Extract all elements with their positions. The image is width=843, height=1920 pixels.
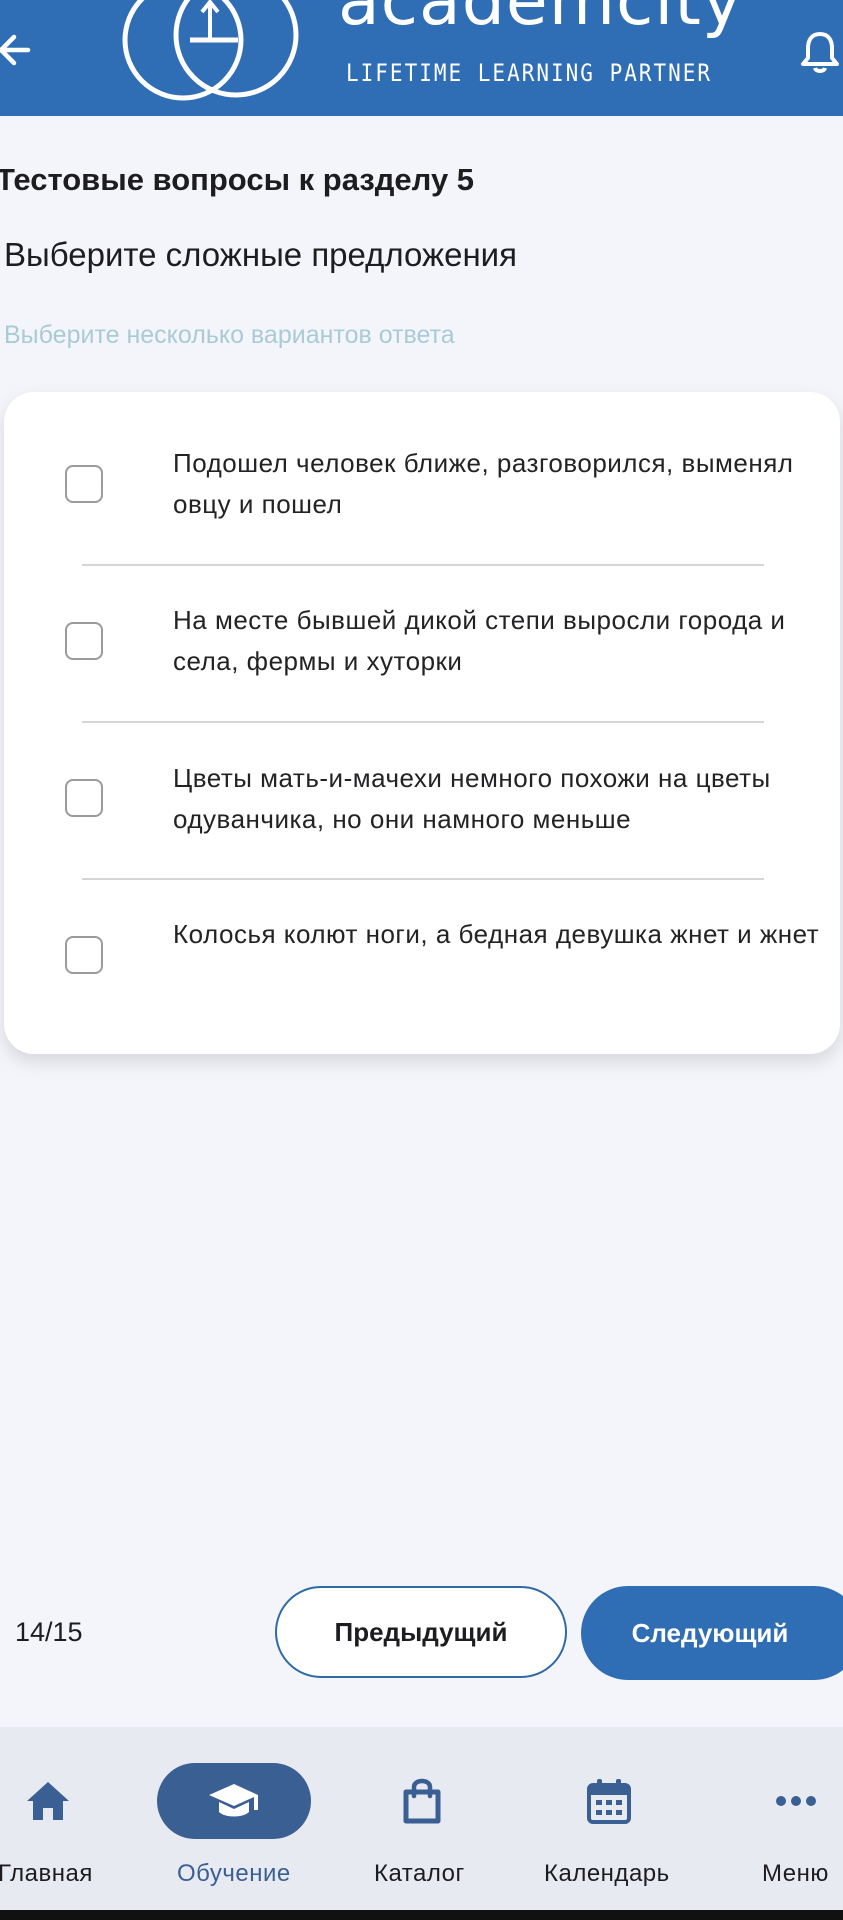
- answer-options-card: Подошел человек ближе, разговорился, вым…: [4, 392, 840, 1054]
- option-checkbox[interactable]: [65, 622, 103, 660]
- nav-item-calendar[interactable]: Календарь: [544, 1727, 674, 1910]
- option-text: Цветы мать-и-мачехи немного похожи на цв…: [173, 763, 771, 834]
- option-checkbox[interactable]: [65, 465, 103, 503]
- system-gesture-bar: [0, 1910, 843, 1920]
- option-text: Колосья колют ноги, а бедная девушка жне…: [173, 919, 820, 949]
- nav-label-home: Главная: [0, 1860, 93, 1887]
- option-checkbox[interactable]: [65, 936, 103, 974]
- graduation-cap-icon: [209, 1784, 258, 1817]
- previous-button-label: Предыдущий: [334, 1616, 508, 1647]
- nav-label-learning: Обучение: [177, 1860, 291, 1887]
- option-text: На месте бывшей дикой степи выросли горо…: [173, 605, 786, 676]
- answer-option[interactable]: На месте бывшей дикой степи выросли горо…: [4, 564, 840, 721]
- nav-item-catalog[interactable]: Каталог: [372, 1727, 472, 1910]
- next-button-label: Следующий: [631, 1617, 789, 1648]
- app-header: academcity LIFETIME LEARNING PARTNER: [0, 0, 843, 116]
- shopping-bag-icon: [403, 1778, 441, 1824]
- section-title: Тестовые вопросы к разделу 5: [0, 162, 475, 197]
- question-text: Выберите сложные предложения: [4, 236, 517, 273]
- previous-button[interactable]: Предыдущий: [275, 1586, 567, 1678]
- question-counter: 14/15: [15, 1617, 83, 1647]
- nav-label-menu: Меню: [762, 1860, 829, 1887]
- answer-option[interactable]: Колосья колют ноги, а бедная девушка жне…: [4, 878, 840, 1035]
- nav-item-home[interactable]: Главная: [0, 1727, 96, 1910]
- option-text: Подошел человек ближе, разговорился, вым…: [173, 448, 794, 519]
- calendar-icon: [587, 1779, 631, 1824]
- notifications-button[interactable]: [797, 22, 843, 78]
- bottom-navigation: Главная Обучение Каталог Календарь Меню: [0, 1727, 843, 1910]
- nav-item-menu[interactable]: Меню: [756, 1727, 843, 1910]
- home-icon: [27, 1782, 69, 1820]
- back-button[interactable]: [0, 22, 40, 78]
- brand-name: academcity: [338, 0, 744, 41]
- nav-label-calendar: Календарь: [544, 1860, 670, 1887]
- answer-option[interactable]: Цветы мать-и-мачехи немного похожи на цв…: [4, 721, 840, 878]
- nav-label-catalog: Каталог: [374, 1860, 465, 1887]
- brand-tagline: LIFETIME LEARNING PARTNER: [346, 59, 713, 87]
- academcity-logo: [122, 0, 299, 101]
- more-dots-icon: [776, 1796, 816, 1806]
- bell-icon: [801, 32, 839, 73]
- nav-item-learning[interactable]: Обучение: [157, 1727, 311, 1910]
- option-checkbox[interactable]: [65, 779, 103, 817]
- arrow-left-icon: [0, 34, 31, 66]
- answer-option[interactable]: Подошел человек ближе, разговорился, вым…: [4, 392, 840, 549]
- answer-hint: Выберите несколько вариантов ответа: [4, 321, 455, 349]
- next-button[interactable]: Следующий: [581, 1586, 843, 1680]
